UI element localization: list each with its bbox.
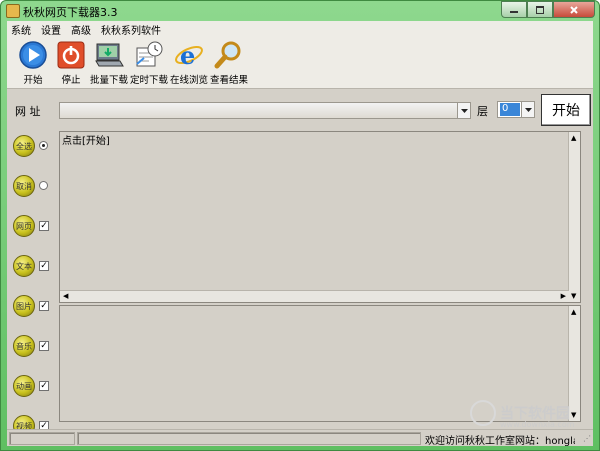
- url-list-pane[interactable]: 点击[开始] ▲ ▼ ◀ ▶: [59, 131, 581, 303]
- power-stop-icon: [56, 40, 86, 70]
- option-text[interactable]: 文本 ✓: [13, 255, 57, 285]
- status-message: 欢迎访问秋秋工作室网站：honglajiao.a33: [425, 436, 575, 447]
- music-checkbox[interactable]: ✓: [39, 341, 49, 351]
- scroll-down-icon[interactable]: ▼: [571, 292, 576, 300]
- close-icon: [570, 5, 578, 14]
- option-music[interactable]: 音乐 ✓: [13, 335, 57, 365]
- play-icon: [18, 40, 48, 70]
- url-label: 网 址: [15, 105, 41, 118]
- view-results-label: 查看结果: [209, 75, 248, 86]
- svg-text:e: e: [180, 41, 195, 70]
- chevron-down-icon: [524, 107, 532, 112]
- close-button[interactable]: [553, 1, 595, 18]
- title-bar[interactable]: 秋秋网页下载器3.3: [1, 1, 599, 21]
- magnifier-icon: [214, 40, 244, 70]
- status-bar: 欢迎访问秋秋工作室网站：honglajiao.a33 ⋰: [7, 429, 593, 447]
- webpage-checkbox[interactable]: ✓: [39, 221, 49, 231]
- option-animation[interactable]: 动画 ✓: [13, 375, 57, 405]
- image-checkbox[interactable]: ✓: [39, 301, 49, 311]
- scroll-up-icon[interactable]: ▲: [571, 134, 576, 142]
- url-dropdown-button[interactable]: [457, 103, 470, 118]
- scroll-left-icon[interactable]: ◀: [63, 292, 68, 300]
- menu-bar: 系统 设置 高级 秋秋系列软件: [7, 21, 593, 37]
- select-all-label: 全选: [13, 135, 35, 157]
- window-title: 秋秋网页下载器3.3: [23, 6, 118, 19]
- pane-hint-text: 点击[开始]: [62, 136, 110, 147]
- status-cell: [9, 432, 75, 445]
- ie-browser-icon: e: [174, 40, 204, 70]
- maximize-button[interactable]: [527, 1, 553, 18]
- batch-download-icon: [94, 40, 124, 70]
- maximize-icon: [536, 5, 544, 14]
- layer-select[interactable]: 0: [497, 101, 535, 118]
- toolbar: 开始 停止 批量下载 定时下载 e 在线浏览 查看结果: [7, 37, 593, 89]
- watermark-url: www.downxia.com: [500, 420, 575, 429]
- scroll-up-icon[interactable]: ▲: [571, 308, 576, 316]
- option-webpage[interactable]: 网页 ✓: [13, 215, 57, 245]
- cancel-radio[interactable]: [39, 181, 48, 190]
- animation-checkbox[interactable]: ✓: [39, 381, 49, 391]
- layer-value: 0: [500, 103, 520, 116]
- watermark-logo-icon: [470, 400, 496, 426]
- select-all-radio[interactable]: [39, 141, 48, 150]
- scroll-right-icon[interactable]: ▶: [561, 292, 566, 300]
- minimize-icon: [510, 10, 518, 13]
- webpage-label: 网页: [13, 215, 35, 237]
- vertical-scrollbar[interactable]: ▲ ▼: [568, 132, 580, 302]
- option-image[interactable]: 图片 ✓: [13, 295, 57, 325]
- menu-system[interactable]: 系统: [11, 21, 37, 37]
- url-row: 网 址 层 0 开始: [7, 91, 593, 131]
- text-label: 文本: [13, 255, 35, 277]
- horizontal-scrollbar[interactable]: ◀ ▶: [60, 290, 569, 302]
- minimize-button[interactable]: [501, 1, 527, 18]
- scheduled-download-icon: [134, 40, 164, 70]
- start-button[interactable]: 开始: [541, 94, 591, 126]
- url-input[interactable]: [59, 102, 471, 119]
- menu-advanced[interactable]: 高级: [71, 21, 97, 37]
- app-icon: [6, 4, 20, 18]
- animation-label: 动画: [13, 375, 35, 397]
- option-select-all[interactable]: 全选: [13, 135, 57, 165]
- filter-options: 全选 取消 网页 ✓ 文本 ✓ 图片 ✓ 音乐 ✓ 动画 ✓ 视频 ✓: [7, 131, 57, 437]
- view-results-tool-button[interactable]: 查看结果: [205, 40, 253, 86]
- image-label: 图片: [13, 295, 35, 317]
- chevron-down-icon: [460, 108, 468, 113]
- cancel-label: 取消: [13, 175, 35, 197]
- text-checkbox[interactable]: ✓: [39, 261, 49, 271]
- resize-grip-icon[interactable]: ⋰: [583, 434, 591, 443]
- layer-dropdown-button[interactable]: [521, 102, 534, 117]
- status-cell: [77, 432, 421, 445]
- layer-label: 层: [477, 105, 488, 118]
- watermark: 当下软件园 www.downxia.com: [470, 400, 600, 430]
- option-cancel[interactable]: 取消: [13, 175, 57, 205]
- client-area: 系统 设置 高级 秋秋系列软件 开始 停止 批量下载 定时下载 e 在线浏览 查…: [7, 21, 593, 447]
- music-label: 音乐: [13, 335, 35, 357]
- menu-settings[interactable]: 设置: [41, 21, 67, 37]
- menu-series-software[interactable]: 秋秋系列软件: [101, 21, 167, 37]
- app-window: 秋秋网页下载器3.3 系统 设置 高级 秋秋系列软件 开始 停止 批量下载 定时…: [0, 0, 600, 451]
